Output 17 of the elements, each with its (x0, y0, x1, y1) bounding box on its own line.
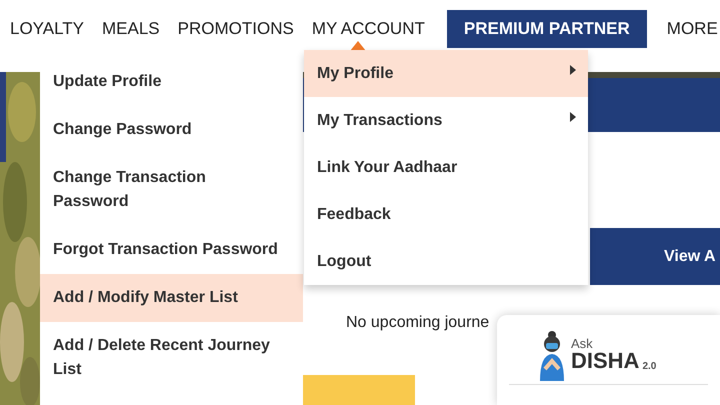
view-button[interactable]: View A (590, 228, 720, 285)
dropdown-item[interactable]: My Transactions (304, 97, 588, 144)
dropdown-item[interactable]: Logout (304, 238, 588, 285)
version-label: 2.0 (642, 362, 656, 372)
nav-link[interactable]: MORE (666, 7, 718, 51)
side-menu-item[interactable]: Add / Modify Master List (40, 274, 303, 322)
dropdown-item[interactable]: Feedback (304, 191, 588, 238)
empty-message: No upcoming journe (346, 314, 490, 331)
partner-button[interactable]: PREMIUM PARTNER (446, 10, 647, 48)
assistant-figure-icon (537, 328, 567, 380)
nav-link[interactable]: PROMOTIONS (178, 7, 294, 51)
chatbot-name: DISHA (571, 350, 640, 372)
ask-label: Ask (571, 337, 594, 350)
dropdown-item[interactable]: Link Your Aadhaar (304, 144, 588, 191)
dropdown-item[interactable]: My Profile (304, 50, 588, 97)
nav-link[interactable]: LOYALTY (10, 7, 84, 51)
nav-link[interactable]: MEALS (102, 7, 160, 51)
